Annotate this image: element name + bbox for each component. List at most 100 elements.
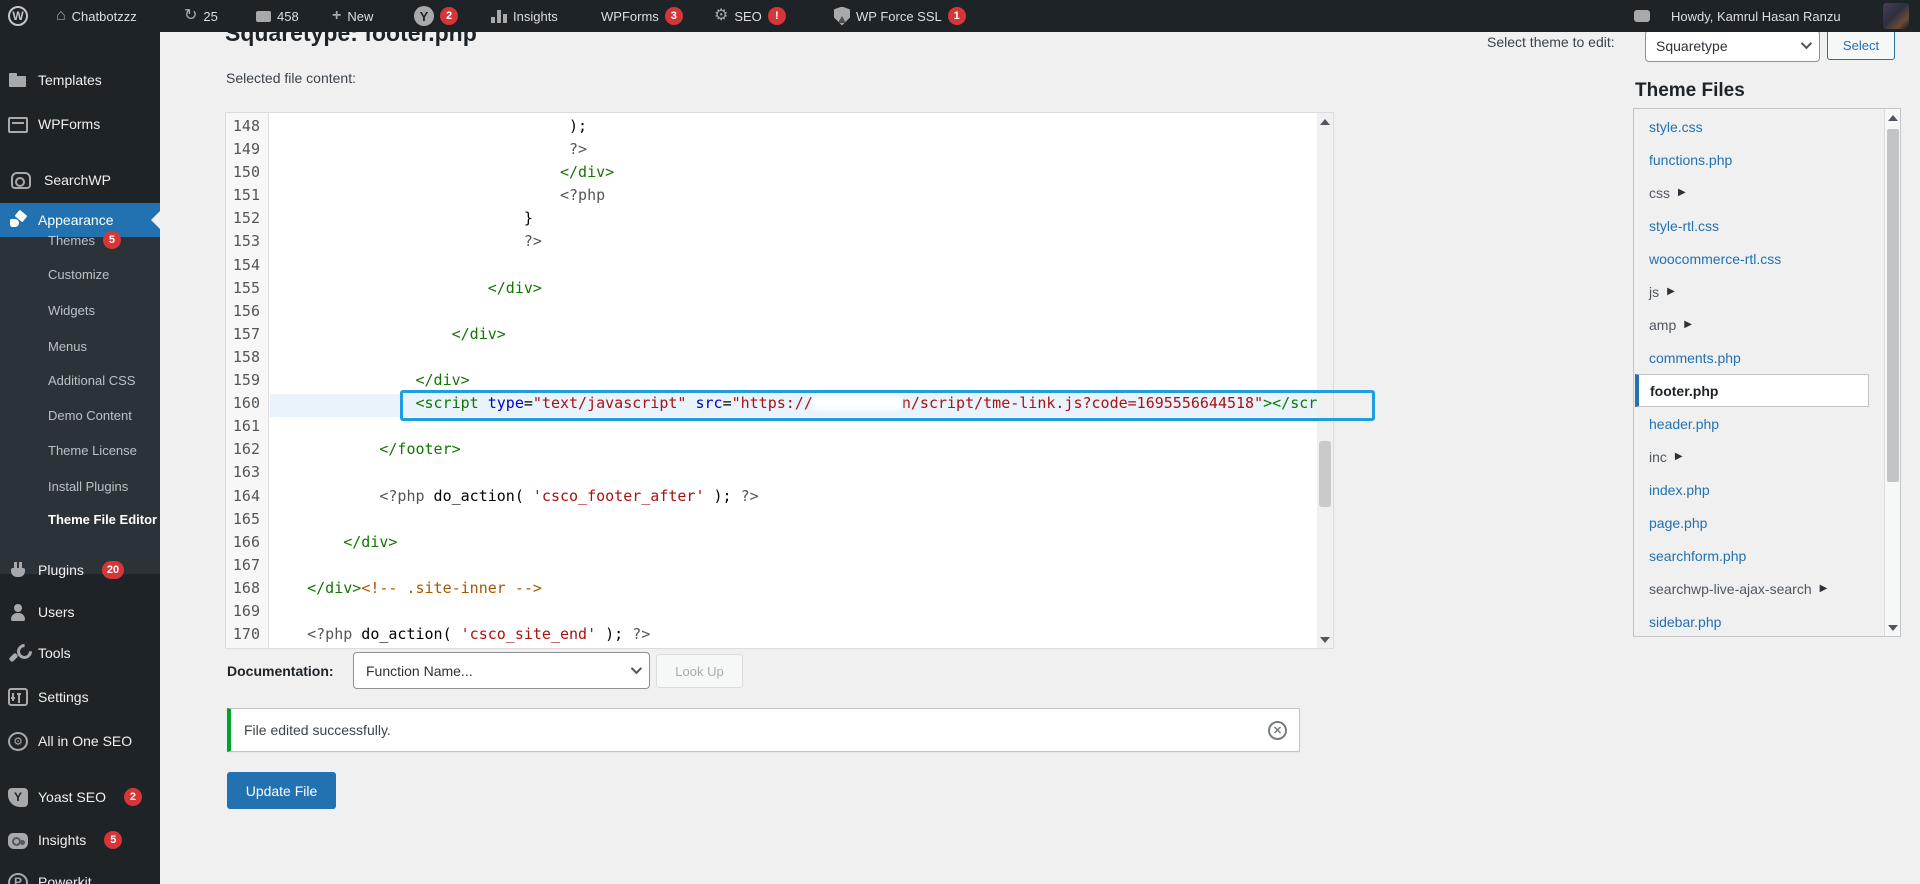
- code-line-165[interactable]: [271, 508, 1317, 531]
- sidebar-item-templates[interactable]: Templates: [0, 63, 160, 97]
- code-line-169[interactable]: [271, 600, 1317, 623]
- theme-folder-searchwp-live-ajax-search[interactable]: searchwp-live-ajax-search▶: [1635, 572, 1869, 605]
- sidebar-item-insights[interactable]: Insights5: [0, 823, 160, 857]
- scroll-up-icon[interactable]: [1317, 113, 1333, 129]
- sidebar-item-additional-css[interactable]: Additional CSS: [0, 365, 160, 395]
- code-line-167[interactable]: [271, 554, 1317, 577]
- code-line-148[interactable]: );: [271, 115, 1317, 138]
- site-name-menu[interactable]: ⌂ Chatbotzzz: [56, 0, 137, 32]
- dismiss-notice-icon[interactable]: ✕: [1268, 721, 1287, 740]
- code-line-149[interactable]: ?>: [271, 138, 1317, 161]
- theme-folder-css[interactable]: css▶: [1635, 176, 1869, 209]
- theme-file-woocommerce-rtl.css[interactable]: woocommerce-rtl.css: [1635, 242, 1869, 275]
- sidebar-item-install-plugins[interactable]: Install Plugins: [0, 471, 160, 501]
- theme-file-sidebar.php[interactable]: sidebar.php: [1635, 605, 1869, 638]
- line-number: 162: [226, 438, 268, 461]
- theme-files-scrollbar[interactable]: [1884, 109, 1900, 636]
- feedback-menu[interactable]: [1634, 0, 1650, 32]
- new-content-menu[interactable]: + New: [332, 0, 373, 32]
- sidebar-item-settings[interactable]: Settings: [0, 680, 160, 714]
- sidebar-item-plugins[interactable]: Plugins20: [0, 553, 160, 587]
- comment-count: 458: [277, 9, 299, 24]
- theme-files-scrollbar-thumb[interactable]: [1887, 129, 1899, 482]
- file-name: js: [1649, 284, 1659, 300]
- look-up-button[interactable]: Look Up: [656, 654, 743, 688]
- code-line-168[interactable]: </div><!-- .site-inner -->: [271, 577, 1317, 600]
- sidebar-item-label: Templates: [38, 72, 102, 88]
- wpforms-menu[interactable]: WPForms 3: [601, 0, 683, 32]
- avatar[interactable]: [1883, 3, 1909, 29]
- seo-menu[interactable]: ⚙ SEO !: [714, 0, 786, 32]
- sidebar-item-theme-file-editor[interactable]: Theme File Editor: [0, 504, 160, 534]
- theme-file-index.php[interactable]: index.php: [1635, 473, 1869, 506]
- code-line-159[interactable]: </div>: [271, 369, 1317, 392]
- sidebar-item-yoast-seo[interactable]: YYoast SEO2: [0, 780, 160, 814]
- editor-scrollbar-thumb[interactable]: [1319, 441, 1331, 507]
- comments-menu[interactable]: 458: [256, 0, 299, 32]
- editor-scrollbar[interactable]: [1317, 113, 1333, 648]
- gear-icon: ⚙: [714, 8, 728, 24]
- theme-file-comments.php[interactable]: comments.php: [1635, 341, 1869, 374]
- theme-folder-inc[interactable]: inc▶: [1635, 440, 1869, 473]
- code-line-150[interactable]: </div>: [271, 161, 1317, 184]
- sidebar-item-label: Tools: [38, 645, 71, 661]
- lantern-icon: [11, 172, 31, 189]
- code-line-153[interactable]: ?>: [271, 230, 1317, 253]
- sidebar-item-label: Users: [38, 604, 75, 620]
- code-line-154[interactable]: [271, 254, 1317, 277]
- insights-menu[interactable]: Insights: [491, 0, 558, 32]
- theme-file-page.php[interactable]: page.php: [1635, 506, 1869, 539]
- update-file-button[interactable]: Update File: [227, 772, 336, 809]
- code-line-155[interactable]: </div>: [271, 277, 1317, 300]
- theme-file-style.css[interactable]: style.css: [1635, 110, 1869, 143]
- theme-select-dropdown[interactable]: Squaretype: [1645, 30, 1820, 62]
- theme-file-footer.php[interactable]: footer.php: [1635, 374, 1869, 407]
- theme-folder-amp[interactable]: amp▶: [1635, 308, 1869, 341]
- update-count: 25: [203, 9, 217, 24]
- sidebar-item-searchwp[interactable]: SearchWP: [0, 163, 160, 197]
- wp-force-ssl-menu[interactable]: WP Force SSL 1: [834, 0, 966, 32]
- theme-file-style-rtl.css[interactable]: style-rtl.css: [1635, 209, 1869, 242]
- code-line-166[interactable]: </div>: [271, 531, 1317, 554]
- code-editor[interactable]: 1481491501511521531541551561571581591601…: [225, 112, 1334, 649]
- scroll-down-icon[interactable]: [1317, 632, 1333, 648]
- sidebar-item-demo-content[interactable]: Demo Content: [0, 400, 160, 430]
- sidebar-item-widgets[interactable]: Widgets: [0, 295, 160, 325]
- code-line-152[interactable]: }: [271, 207, 1317, 230]
- code-line-156[interactable]: [271, 300, 1317, 323]
- theme-file-searchform.php[interactable]: searchform.php: [1635, 539, 1869, 572]
- sidebar-item-menus[interactable]: Menus: [0, 331, 160, 361]
- sliders-icon: [8, 688, 28, 706]
- code-line-164[interactable]: <?php do_action( 'csco_footer_after' ); …: [271, 485, 1317, 508]
- code-line-163[interactable]: [271, 461, 1317, 484]
- my-account-menu[interactable]: Howdy, Kamrul Hasan Ranzu: [1671, 0, 1841, 32]
- code-line-151[interactable]: <?php: [271, 184, 1317, 207]
- code-line-162[interactable]: </footer>: [271, 438, 1317, 461]
- file-name: woocommerce-rtl.css: [1649, 251, 1781, 267]
- sidebar-item-tools[interactable]: Tools: [0, 636, 160, 670]
- sidebar-item-label: Customize: [48, 267, 109, 282]
- sidebar-item-themes[interactable]: Themes5: [0, 225, 160, 255]
- scroll-up-icon[interactable]: [1885, 109, 1901, 125]
- sidebar-item-theme-license[interactable]: Theme License: [0, 435, 160, 465]
- scroll-down-icon[interactable]: [1885, 620, 1901, 636]
- theme-file-header.php[interactable]: header.php: [1635, 407, 1869, 440]
- yoast-menu[interactable]: Y 2: [414, 0, 458, 32]
- documentation-dropdown[interactable]: Function Name...: [353, 652, 650, 689]
- sidebar-item-customize[interactable]: Customize: [0, 259, 160, 289]
- code-line-170[interactable]: <?php do_action( 'csco_site_end' ); ?>: [271, 623, 1317, 646]
- updates-menu[interactable]: ↻ 25: [184, 0, 218, 32]
- sidebar-item-powerkit[interactable]: PPowerkit: [0, 865, 160, 884]
- sidebar-item-wpforms[interactable]: WPForms: [0, 107, 160, 141]
- theme-file-functions.php[interactable]: functions.php: [1635, 143, 1869, 176]
- seo-label: SEO: [734, 9, 761, 24]
- code-area[interactable]: ); ?> </div> <?php } ?> </div: [271, 113, 1317, 648]
- code-line-157[interactable]: </div>: [271, 323, 1317, 346]
- wordpress-menu[interactable]: W: [8, 0, 28, 32]
- theme-folder-js[interactable]: js▶: [1635, 275, 1869, 308]
- sidebar-item-users[interactable]: Users: [0, 595, 160, 629]
- select-theme-button[interactable]: Select: [1827, 30, 1895, 60]
- sidebar-item-label: Additional CSS: [48, 373, 135, 388]
- code-line-158[interactable]: [271, 346, 1317, 369]
- sidebar-item-all-in-one-seo[interactable]: ⚙All in One SEO: [0, 724, 160, 758]
